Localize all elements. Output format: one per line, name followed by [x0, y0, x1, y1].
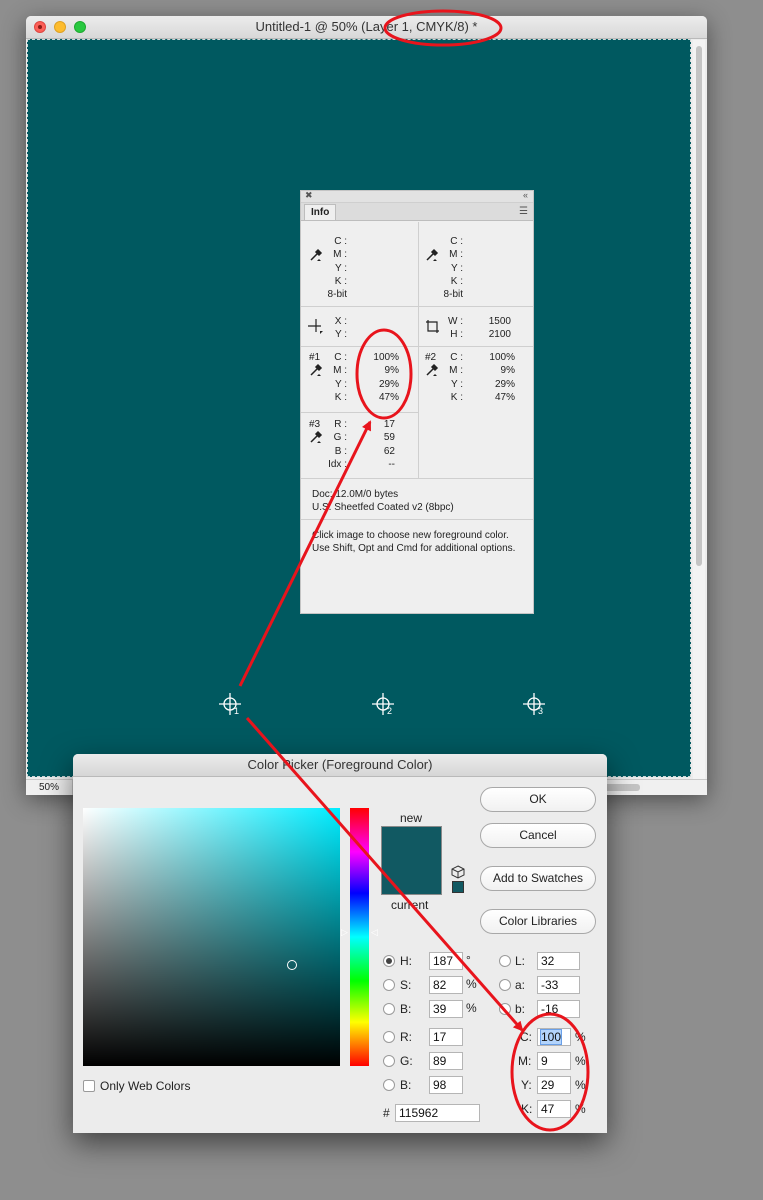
annotation-arrow — [245, 717, 524, 1032]
title-highlight-ellipse — [383, 9, 503, 47]
sampler-values-highlight-ellipse — [355, 328, 413, 420]
cmyk-highlight-ellipse — [510, 1012, 590, 1132]
annotation-arrow — [238, 420, 372, 687]
annotation-layer — [238, 9, 590, 1132]
